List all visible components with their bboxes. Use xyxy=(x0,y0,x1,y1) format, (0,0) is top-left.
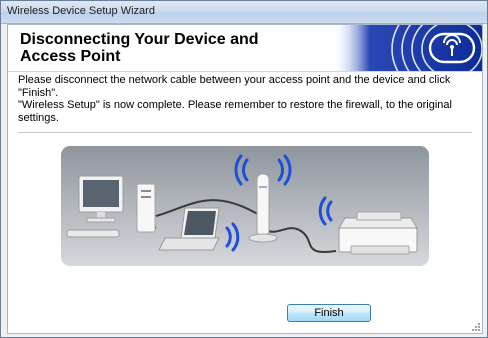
wireless-logo-icon xyxy=(332,25,482,71)
desktop-computer-icon xyxy=(66,175,156,238)
setup-illustration xyxy=(61,146,429,266)
finish-button[interactable]: Finish xyxy=(287,304,371,322)
wizard-window: Wireless Device Setup Wizard Disconnecti… xyxy=(0,0,488,338)
laptop-icon xyxy=(158,207,220,251)
wifi-signal-icon xyxy=(225,154,333,252)
wizard-header: Disconnecting Your Device and Access Poi… xyxy=(8,25,482,72)
instruction-line-disconnect: Please disconnect the network cable betw… xyxy=(18,74,451,99)
instructions: Please disconnect the network cable betw… xyxy=(18,74,473,124)
instruction-line-complete: "Wireless Setup" is now complete. Please… xyxy=(18,99,452,124)
page-title: Disconnecting Your Device and Access Poi… xyxy=(20,31,259,65)
divider xyxy=(18,132,472,133)
wizard-content: Disconnecting Your Device and Access Poi… xyxy=(7,24,483,334)
printer-icon xyxy=(338,211,418,255)
title-bar[interactable]: Wireless Device Setup Wizard xyxy=(1,1,487,24)
window-title: Wireless Device Setup Wizard xyxy=(7,5,155,17)
resize-grip-icon[interactable] xyxy=(471,322,481,332)
